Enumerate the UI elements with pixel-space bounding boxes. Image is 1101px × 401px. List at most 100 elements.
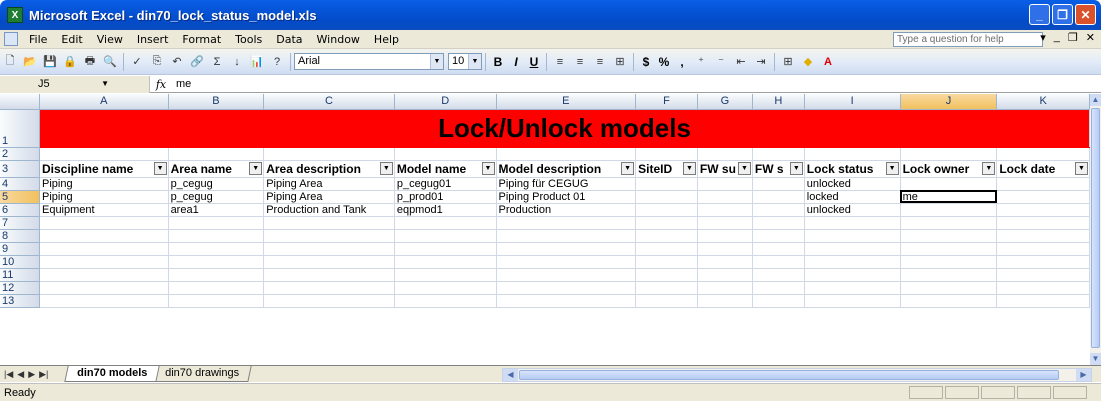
borders-icon[interactable]: ⊞ [779,53,797,71]
cell[interactable]: unlocked [804,177,901,191]
vertical-scroll-thumb[interactable] [1091,108,1100,348]
cell[interactable]: p_cegug01 [394,177,497,191]
permission-icon[interactable]: 🔒 [61,53,79,71]
close-button[interactable]: ✕ [1075,4,1096,25]
chevron-down-icon[interactable]: ▼ [101,79,109,88]
cell[interactable] [996,177,1090,191]
save-icon[interactable]: 💾 [41,53,59,71]
insert-function-icon[interactable]: fx [150,78,172,91]
column-header[interactable]: H [752,94,805,110]
menu-format[interactable]: Format [175,33,228,46]
header-cell[interactable]: Model description ▼ [496,160,637,178]
fill-color-icon[interactable]: ◆ [799,53,817,71]
row-header[interactable]: 3 [0,160,40,178]
copy-icon[interactable]: ⎘ [148,53,166,71]
help-icon[interactable]: ? [268,53,286,71]
doc-restore-icon[interactable]: ❐ [1068,31,1078,44]
chevron-down-icon[interactable]: ▼ [430,54,443,69]
menu-view[interactable]: View [90,33,130,46]
autosum-icon[interactable]: Σ [208,53,226,71]
menu-data[interactable]: Data [269,33,309,46]
menu-tools[interactable]: Tools [228,33,269,46]
cell[interactable]: Piping für CEGUG [496,177,637,191]
cell[interactable] [996,203,1090,217]
last-sheet-icon[interactable]: ▶| [39,369,48,380]
row-header[interactable]: 4 [0,177,40,191]
sheet-tab-din70-models[interactable]: din70 models [64,366,160,382]
column-header[interactable]: F [635,94,698,110]
cell[interactable]: area1 [168,203,265,217]
increase-indent-icon[interactable]: ⇥ [752,53,770,71]
cell[interactable] [168,147,265,161]
workbook-icon[interactable] [4,32,18,46]
cell[interactable]: unlocked [804,203,901,217]
sort-ascending-icon[interactable]: ↓ [228,53,246,71]
align-right-icon[interactable]: ≡ [591,53,609,71]
menu-file[interactable]: File [22,33,54,46]
column-header[interactable]: A [39,94,169,110]
header-cell[interactable]: SiteID ▼ [635,160,698,178]
help-dropdown-icon[interactable]: ▾ [1040,31,1046,44]
filter-dropdown-icon[interactable]: ▼ [153,161,167,175]
cell[interactable]: Production and Tank [263,203,395,217]
doc-close-icon[interactable]: ✕ [1086,31,1095,44]
restore-button[interactable]: ❐ [1052,4,1073,25]
cell[interactable]: Piping [39,177,169,191]
cell[interactable] [697,190,753,204]
font-color-icon[interactable]: A [819,53,837,71]
excel-app-icon[interactable]: X [7,7,23,23]
header-cell[interactable]: Lock date ▼ [996,160,1090,178]
filter-dropdown-icon[interactable]: ▼ [885,161,899,175]
filter-dropdown-icon[interactable]: ▼ [379,161,393,175]
row-header[interactable]: 1 [0,109,40,148]
filter-dropdown-icon[interactable]: ▼ [481,161,495,175]
next-sheet-icon[interactable]: ▶ [28,369,35,380]
header-cell[interactable]: FW su ▼ [697,160,753,178]
spelling-icon[interactable]: ✓ [128,53,146,71]
prev-sheet-icon[interactable]: ◀ [17,369,24,380]
cell[interactable] [635,203,698,217]
column-header[interactable]: B [168,94,265,110]
underline-icon[interactable]: U [525,55,543,69]
cell[interactable] [496,147,637,161]
cell[interactable]: Piping [39,190,169,204]
filter-dropdown-icon[interactable]: ▼ [1075,161,1088,175]
open-icon[interactable]: 📂 [21,53,39,71]
cell[interactable] [752,177,805,191]
cell[interactable] [900,203,998,217]
filter-dropdown-icon[interactable]: ▼ [737,161,751,175]
menu-window[interactable]: Window [310,33,367,46]
column-header[interactable]: K [996,94,1090,110]
decrease-decimal-icon[interactable]: ⁻ [712,53,730,71]
bold-icon[interactable]: B [489,55,507,69]
print-preview-icon[interactable]: 🔍 [101,53,119,71]
name-box[interactable]: J5 ▼ [0,75,150,93]
vertical-scrollbar[interactable]: ▲ ▼ [1090,94,1101,365]
worksheet-grid[interactable]: A B C D E F G H I J K 1 Lock/Unlock mode… [0,94,1090,365]
comma-icon[interactable]: , [673,55,691,69]
currency-icon[interactable]: $ [637,55,655,69]
cell[interactable] [752,147,805,161]
cell[interactable] [804,147,901,161]
column-header[interactable]: J [900,94,998,110]
cell[interactable] [697,203,753,217]
cell[interactable]: Piping Product 01 [496,190,637,204]
cell[interactable] [635,190,698,204]
help-search-input[interactable]: Type a question for help [893,32,1043,47]
cell[interactable] [635,177,698,191]
cell[interactable]: Piping Area [263,190,395,204]
cell[interactable] [996,147,1090,161]
header-cell[interactable]: Lock owner ▼ [900,160,998,178]
column-header[interactable]: D [394,94,497,110]
scroll-right-icon[interactable]: ▶ [1076,369,1091,381]
filter-dropdown-icon[interactable]: ▼ [789,161,803,175]
filter-dropdown-icon[interactable]: ▼ [249,161,263,175]
hyperlink-icon[interactable]: 🔗 [188,53,206,71]
row-header[interactable]: 13 [0,294,40,308]
row-header[interactable]: 11 [0,268,40,282]
header-cell[interactable]: Model name ▼ [394,160,497,178]
sheet-tab-din70-drawings[interactable]: din70 drawings [152,366,252,382]
banner-title[interactable]: Lock/Unlock models [39,109,1090,148]
align-center-icon[interactable]: ≡ [571,53,589,71]
header-cell[interactable]: Lock status ▼ [804,160,901,178]
